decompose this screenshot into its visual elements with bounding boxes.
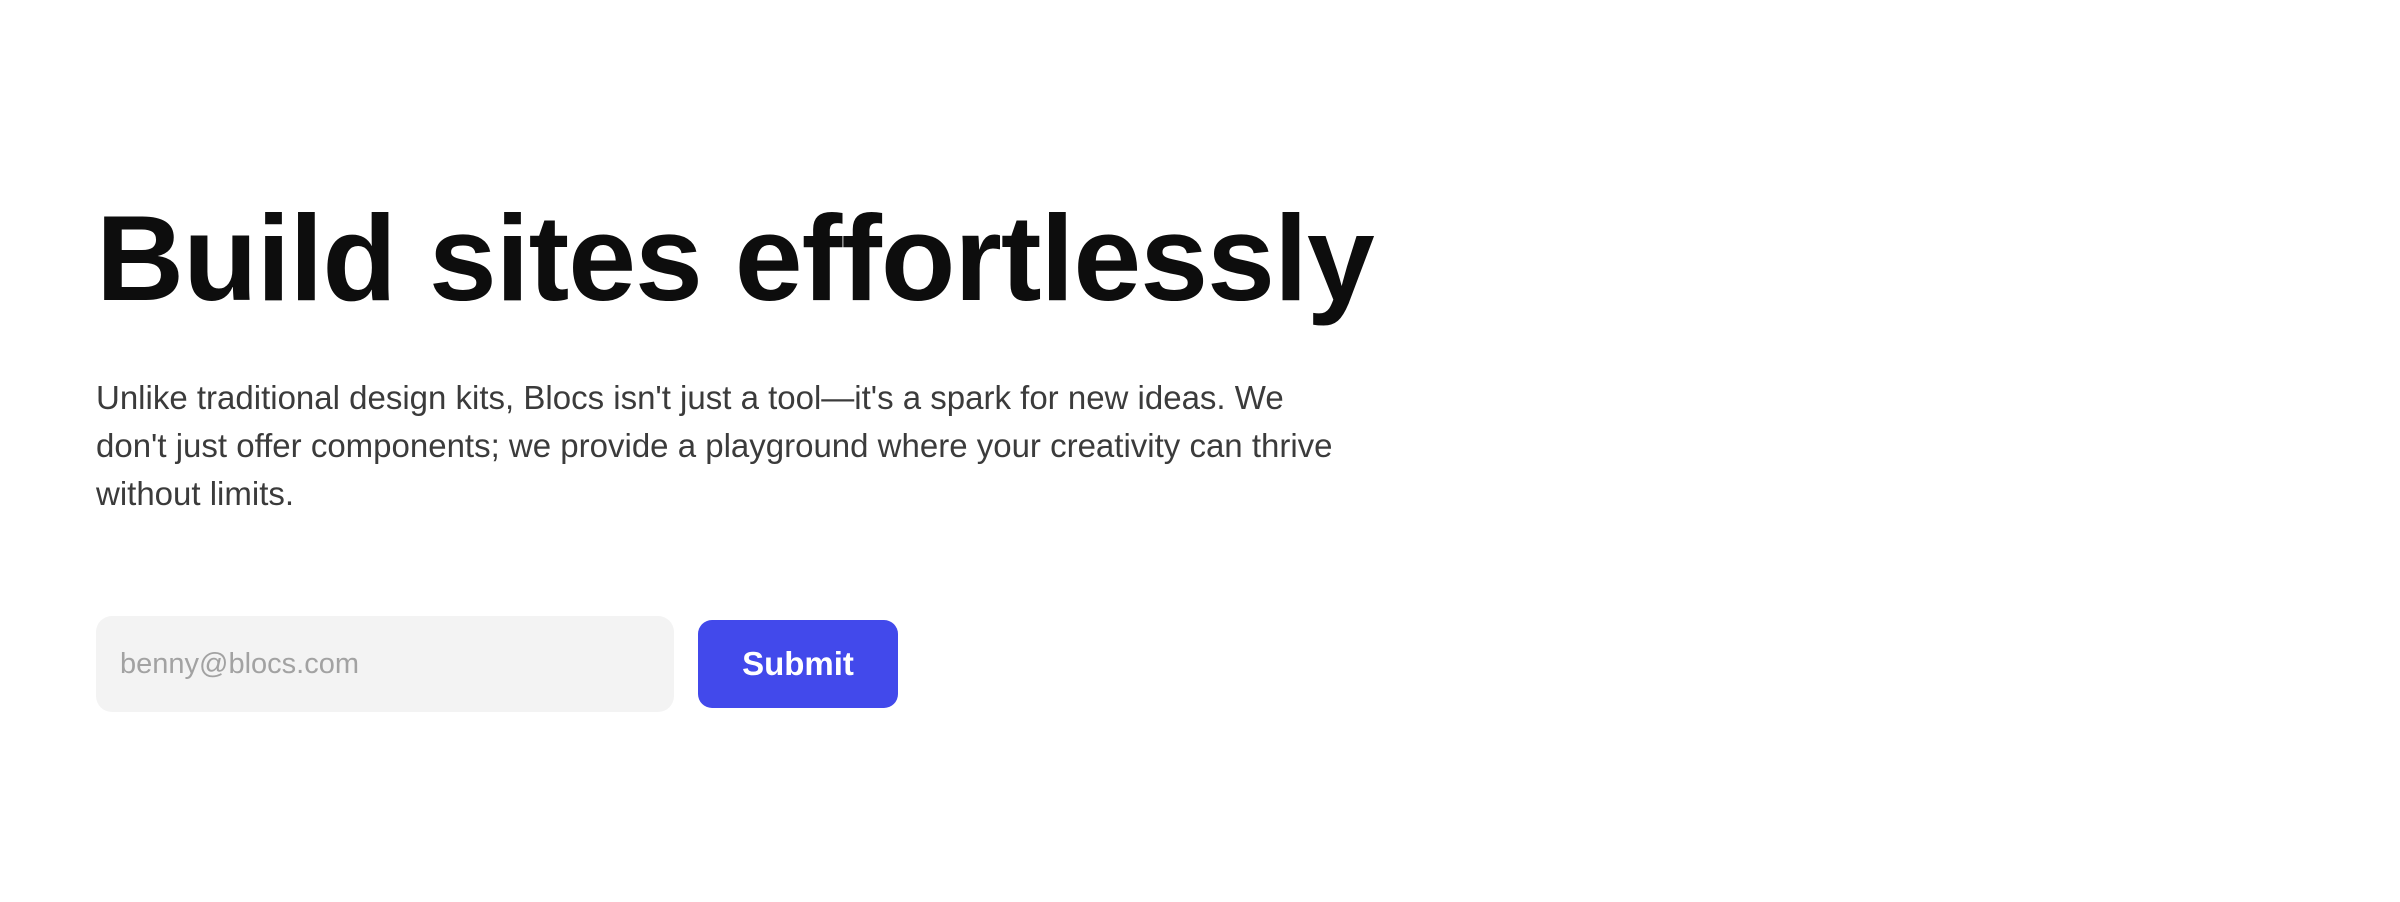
hero-description: Unlike traditional design kits, Blocs is…	[96, 379, 1333, 512]
email-field[interactable]	[96, 616, 674, 712]
signup-form: Submit	[96, 616, 898, 712]
submit-button[interactable]: Submit	[698, 620, 898, 708]
hero-title: Build sites effortlessly	[96, 190, 1375, 326]
hero-section: Build sites effortlessly	[96, 186, 1375, 330]
